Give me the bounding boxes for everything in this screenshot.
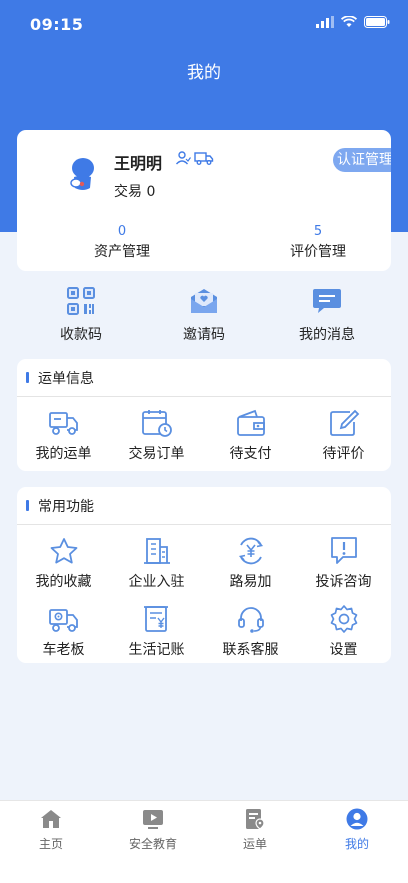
- section-accent: [26, 500, 29, 511]
- building-icon: [143, 538, 170, 564]
- yen-cycle-icon: [238, 537, 263, 565]
- user-icon: [346, 808, 368, 830]
- waybill-title: 运单信息: [38, 370, 94, 387]
- grid-label-my-waybill: 我的运单: [35, 446, 92, 462]
- trade-count: 交易 0: [114, 181, 155, 201]
- common-title: 常用功能: [38, 498, 94, 515]
- trade-label: 交易: [114, 184, 142, 200]
- asset-label: 资产管理: [94, 244, 150, 260]
- section-accent: [26, 372, 29, 383]
- grid-item-luyijia[interactable]: 路易加: [204, 535, 297, 591]
- quick-qrcode-label: 收款码: [60, 327, 102, 343]
- cert-manage-button[interactable]: 认证管理: [333, 148, 391, 172]
- quick-invite[interactable]: 邀请码: [159, 286, 249, 344]
- grid-label-pending-payment: 待支付: [229, 446, 272, 462]
- grid-label-customer-service: 联系客服: [222, 642, 279, 658]
- headset-icon: [237, 607, 264, 633]
- status-icons: [316, 16, 390, 28]
- quick-actions: 收款码 邀请码 我的消息: [17, 286, 391, 344]
- truck-badge-icon: [194, 152, 214, 165]
- home-icon: [41, 810, 61, 828]
- grid-label-life-ledger: 生活记账: [128, 642, 185, 658]
- tab-safety-education[interactable]: 安全教育: [102, 807, 204, 852]
- tab-mine[interactable]: 我的: [306, 807, 408, 852]
- asset-count: 0: [117, 224, 127, 239]
- waybill-icon: [246, 809, 265, 830]
- quick-invite-label: 邀请码: [183, 327, 225, 343]
- trade-value: 0: [146, 184, 156, 200]
- tab-waybill-label: 运单: [242, 837, 267, 851]
- message-icon: [313, 289, 341, 313]
- user-badges: [175, 151, 214, 165]
- edit-icon: [329, 409, 359, 436]
- user-name: 王明明: [114, 154, 163, 173]
- grid-item-pending-payment[interactable]: 待支付: [204, 407, 297, 463]
- status-bar: 09:15: [0, 0, 408, 48]
- truck-gear-icon: [48, 609, 78, 632]
- tab-mine-label: 我的: [344, 837, 369, 851]
- qrcode-icon: [67, 287, 95, 315]
- grid-item-customer-service[interactable]: 联系客服: [204, 603, 297, 659]
- profile-card: 王明明 交易 0 认证管理 0 资产管理 5 评价管理: [17, 130, 391, 271]
- calendar-clock-icon: [141, 410, 172, 437]
- grid-item-truck-owner[interactable]: 车老板: [17, 603, 110, 659]
- person-icon: [175, 151, 191, 165]
- battery-icon: [364, 16, 390, 28]
- grid-item-enterprise[interactable]: 企业入驻: [110, 535, 203, 591]
- grid-label-truck-owner: 车老板: [42, 642, 85, 658]
- grid-label-settings: 设置: [329, 642, 358, 658]
- tab-waybill[interactable]: 运单: [204, 807, 306, 852]
- signal-icon: [316, 16, 334, 28]
- grid-item-pending-review[interactable]: 待评价: [297, 407, 390, 463]
- grid-label-enterprise: 企业入驻: [128, 574, 185, 590]
- grid-label-luyijia: 路易加: [229, 574, 272, 590]
- review-count: 5: [313, 224, 323, 239]
- ledger-icon: [143, 606, 168, 632]
- grid-item-settings[interactable]: 设置: [297, 603, 390, 659]
- quick-messages[interactable]: 我的消息: [282, 286, 372, 344]
- waybill-section: 运单信息 我的运单 交易订单 待支付 待评价: [17, 359, 391, 471]
- gear-icon: [330, 605, 357, 633]
- asset-manage[interactable]: 0 资产管理: [62, 224, 182, 261]
- grid-label-pending-review: 待评价: [322, 446, 365, 462]
- grid-item-favorites[interactable]: 我的收藏: [17, 535, 110, 591]
- common-header: 常用功能: [17, 487, 391, 525]
- grid-item-my-waybill[interactable]: 我的运单: [17, 407, 110, 463]
- common-functions-section: 常用功能 我的收藏 企业入驻 路易加 投诉咨询 车老板 生活记账 联系客服 设置: [17, 487, 391, 663]
- grid-item-life-ledger[interactable]: 生活记账: [110, 603, 203, 659]
- quick-qrcode[interactable]: 收款码: [36, 286, 126, 344]
- invite-icon: [191, 289, 217, 313]
- grid-label-favorites: 我的收藏: [35, 574, 92, 590]
- grid-item-complaint[interactable]: 投诉咨询: [297, 535, 390, 591]
- page-title: 我的: [187, 63, 221, 83]
- grid-label-complaint: 投诉咨询: [315, 574, 372, 590]
- tab-home[interactable]: 主页: [0, 807, 102, 852]
- star-icon: [50, 538, 77, 564]
- alert-message-icon: [330, 537, 357, 564]
- status-time: 09:15: [30, 15, 84, 34]
- avatar-icon: [56, 151, 106, 201]
- wallet-icon: [236, 409, 265, 436]
- wifi-icon: [341, 16, 357, 27]
- video-icon: [143, 810, 163, 829]
- grid-label-trade-orders: 交易订单: [128, 446, 185, 462]
- quick-messages-label: 我的消息: [299, 327, 355, 343]
- review-label: 评价管理: [290, 244, 346, 260]
- waybill-header: 运单信息: [17, 359, 391, 397]
- truck-icon: [48, 412, 78, 435]
- bottom-tab-bar: 主页 安全教育 运单 我的: [0, 800, 408, 883]
- review-manage[interactable]: 5 评价管理: [258, 224, 378, 261]
- tab-safety-education-label: 安全教育: [128, 837, 177, 851]
- grid-item-trade-orders[interactable]: 交易订单: [110, 407, 203, 463]
- avatar[interactable]: [55, 150, 107, 202]
- tab-home-label: 主页: [38, 837, 63, 851]
